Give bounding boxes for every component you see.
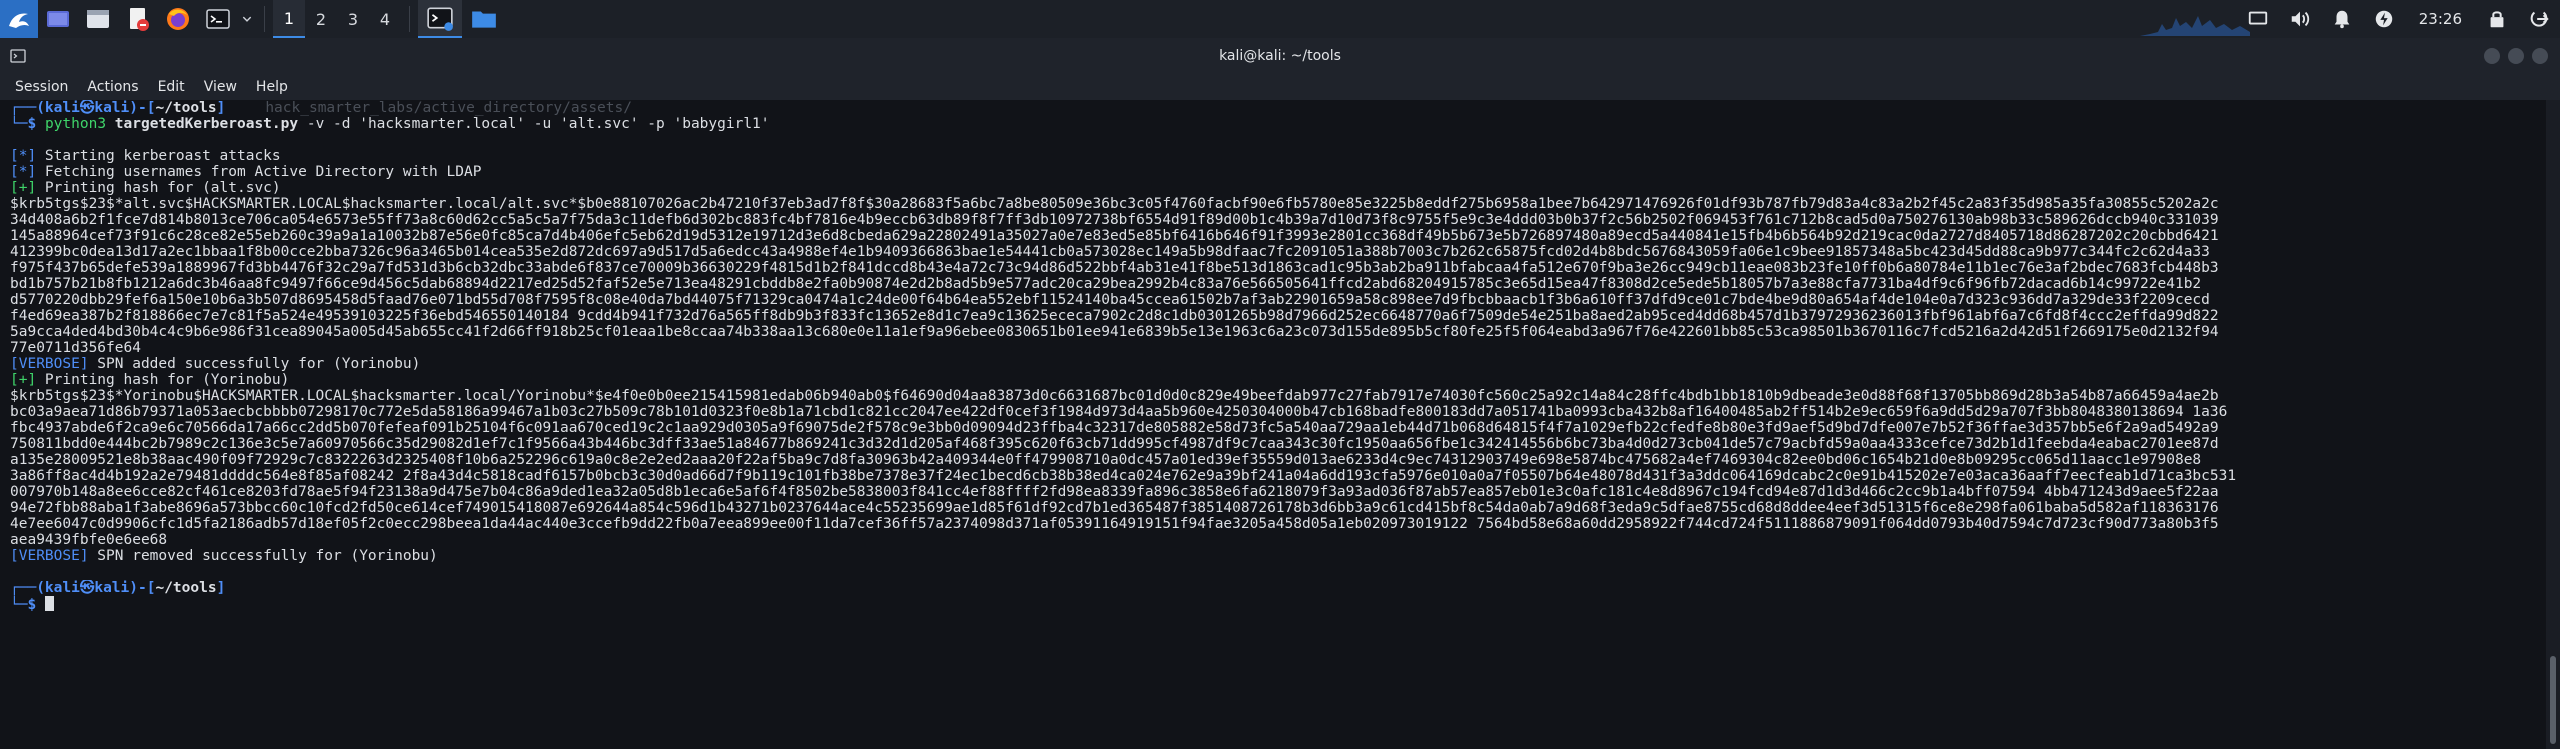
prompt-user: kali — [44, 100, 80, 116]
network-graph — [2140, 16, 2250, 36]
chevron-down-icon — [242, 16, 252, 22]
menu-edit[interactable]: Edit — [158, 79, 185, 95]
panel-separator — [409, 6, 410, 32]
verbose-line: [VERBOSE] SPN removed successfully for (… — [10, 548, 438, 564]
lock-icon — [2490, 11, 2504, 28]
kali-menu-icon — [9, 13, 29, 28]
hash-line: f975f437b65defe539a1889967fd3bb4476f32c2… — [10, 260, 2219, 276]
menu-actions[interactable]: Actions — [87, 79, 138, 95]
terminal-output[interactable]: ┌──(kali㉿kali)-[~/tools] hack_smarter_lab… — [0, 100, 2546, 749]
hash-line: fbc4937abde6f2ca9e6c70566da17a66cc2dd5b0… — [10, 420, 2219, 436]
hash-line: 3a86ff8ac4d4b192a2e79481ddddc564e8f85af0… — [10, 468, 2237, 484]
workspace-1[interactable]: 1 — [273, 0, 305, 38]
output-line: [+] Printing hash for (alt.svc) — [10, 180, 281, 196]
menu-session[interactable]: Session — [15, 79, 68, 95]
power-manager-button[interactable] — [2363, 0, 2405, 38]
hash-line: a135e28009521e8b38aac490f09f72929c7c8322… — [10, 452, 2202, 468]
power-manager-icon — [2375, 10, 2393, 28]
prompt-line: ┌──(kali㉿kali)-[~/tools] hack_smarter_lab… — [10, 100, 632, 116]
hash-line: $krb5tgs$23$*alt.svc$HACKSMARTER.LOCAL$h… — [10, 196, 2219, 212]
hash-line: f4ed69ea387b2f818866ec7e7c81f5a524e49539… — [10, 308, 2219, 324]
hash-line: bd1b757b21b8fb1212a6dc3b46aa8fc9497f66ce… — [10, 276, 2202, 292]
text-editor-icon — [130, 8, 149, 31]
hash-block-alt-svc: $krb5tgs$23$*alt.svc$HACKSMARTER.LOCAL$h… — [10, 196, 2546, 356]
panel-dropdown-button[interactable] — [238, 0, 256, 38]
hash-line: 750811bdd0e444bc2b7989c2c136e3c5e7a60970… — [10, 436, 2219, 452]
terminal-icon — [206, 9, 230, 29]
hash-line: 34d408a6b2f1fce7d814b8013ce706ca054e6573… — [10, 212, 2219, 228]
top-panel: 1 2 3 4 23:26 — [0, 0, 2560, 38]
workspace-4[interactable]: 4 — [369, 0, 401, 38]
output-line: [*] Fetching usernames from Active Direc… — [10, 164, 482, 180]
hash-line: 412399bc0dea13d17a2ec1bbaa1f8b00cce2bba7… — [10, 244, 2210, 260]
hash-block-yorinobu: $krb5tgs$23$*Yorinobu$HACKSMARTER.LOCAL$… — [10, 388, 2546, 548]
hash-line: 007970b148a8ee6cce82cf461ce8203fd78ae5f9… — [10, 484, 2219, 500]
kali-menu-button[interactable] — [0, 0, 38, 38]
output-line: [+] Printing hash for (Yorinobu) — [10, 372, 290, 388]
text-cursor — [44, 596, 54, 611]
volume-icon — [2291, 11, 2309, 27]
system-tray: 23:26 — [2237, 0, 2560, 38]
menu-help[interactable]: Help — [256, 79, 288, 95]
terminal-scrollbar[interactable] — [2546, 100, 2560, 749]
hash-line: 94e72fbb88aba1f3abe8696a573bbcc60c10fcd2… — [10, 500, 2219, 516]
workspace-3[interactable]: 3 — [337, 0, 369, 38]
logout-button[interactable] — [2518, 0, 2560, 38]
files-folder-icon — [472, 11, 496, 28]
prompt-host: kali — [94, 100, 130, 116]
panel-separator — [264, 6, 265, 32]
hash-line: 4e7ee6047c0d9906cfc1d5fa2186adb57d18ef05… — [10, 516, 2219, 532]
file-manager-button[interactable] — [78, 0, 118, 38]
verbose-line: [VERBOSE] SPN added successfully for (Yo… — [10, 356, 421, 372]
hash-line: aea9439fbfe0e6ee68 — [10, 532, 168, 548]
text-editor-button[interactable] — [118, 0, 158, 38]
window-titlebar[interactable]: kali@kali: ~/tools — [0, 38, 2560, 74]
firefox-button[interactable] — [158, 0, 198, 38]
command-line: └─$ python3 targetedKerberoast.py -v -d … — [10, 116, 770, 132]
menu-view[interactable]: View — [204, 79, 237, 95]
prompt-line: ┌──(kali㉿kali)-[~/tools] — [10, 580, 226, 596]
taskbar-files[interactable] — [462, 0, 506, 38]
firefox-icon — [167, 8, 189, 30]
hash-line: 77e0711d356fe64 — [10, 340, 141, 356]
notifications-button[interactable] — [2321, 0, 2363, 38]
workspace-switcher-icon — [47, 11, 69, 27]
lock-screen-button[interactable] — [2476, 0, 2518, 38]
prompt-cwd: ~/tools — [155, 100, 217, 116]
command-args: -v -d 'hacksmarter.local' -u 'alt.svc' -… — [298, 116, 770, 132]
clock[interactable]: 23:26 — [2405, 10, 2476, 28]
command-head: python3 — [44, 116, 107, 132]
window-title: kali@kali: ~/tools — [1219, 48, 1341, 64]
scrollbar-thumb[interactable] — [2550, 656, 2556, 744]
output-line: [*] Starting kerberoast attacks — [10, 148, 281, 164]
hash-line: bc03a9aea71d86b79371a053aecbcbbbb0729817… — [10, 404, 2228, 420]
workspace-switcher-button[interactable] — [38, 0, 78, 38]
terminal-icon — [427, 7, 453, 31]
logout-icon — [2530, 11, 2549, 27]
display-button[interactable] — [2237, 0, 2279, 38]
menu-bar: Session Actions Edit View Help — [0, 74, 2560, 100]
ghost-text: hack_smarter_labs/active_directory/asset… — [265, 100, 632, 116]
file-manager-icon — [87, 10, 109, 28]
volume-button[interactable] — [2279, 0, 2321, 38]
hash-line: 5a9cca4ded4bd30b4c4c9b6e986f31cea89045a0… — [10, 324, 2219, 340]
screen-icon — [2248, 11, 2267, 25]
close-button[interactable] — [2532, 48, 2548, 64]
taskbar-terminal[interactable] — [418, 0, 462, 38]
hash-line: $krb5tgs$23$*Yorinobu$HACKSMARTER.LOCAL$… — [10, 388, 2219, 404]
maximize-button[interactable] — [2508, 48, 2524, 64]
command-script: targetedKerberoast.py — [114, 116, 299, 132]
notification-bell-icon — [2334, 10, 2350, 29]
minimize-button[interactable] — [2484, 48, 2500, 64]
hash-line: 145a88964cef73f91c6c28ce82e55eb260c39a9a… — [10, 228, 2219, 244]
hash-line: d5770220dbb29fef6a150e10b6a3b507d8695458… — [10, 292, 2210, 308]
terminal-launcher-button[interactable] — [198, 0, 238, 38]
input-line[interactable]: └─$ — [10, 596, 2546, 612]
workspace-2[interactable]: 2 — [305, 0, 337, 38]
